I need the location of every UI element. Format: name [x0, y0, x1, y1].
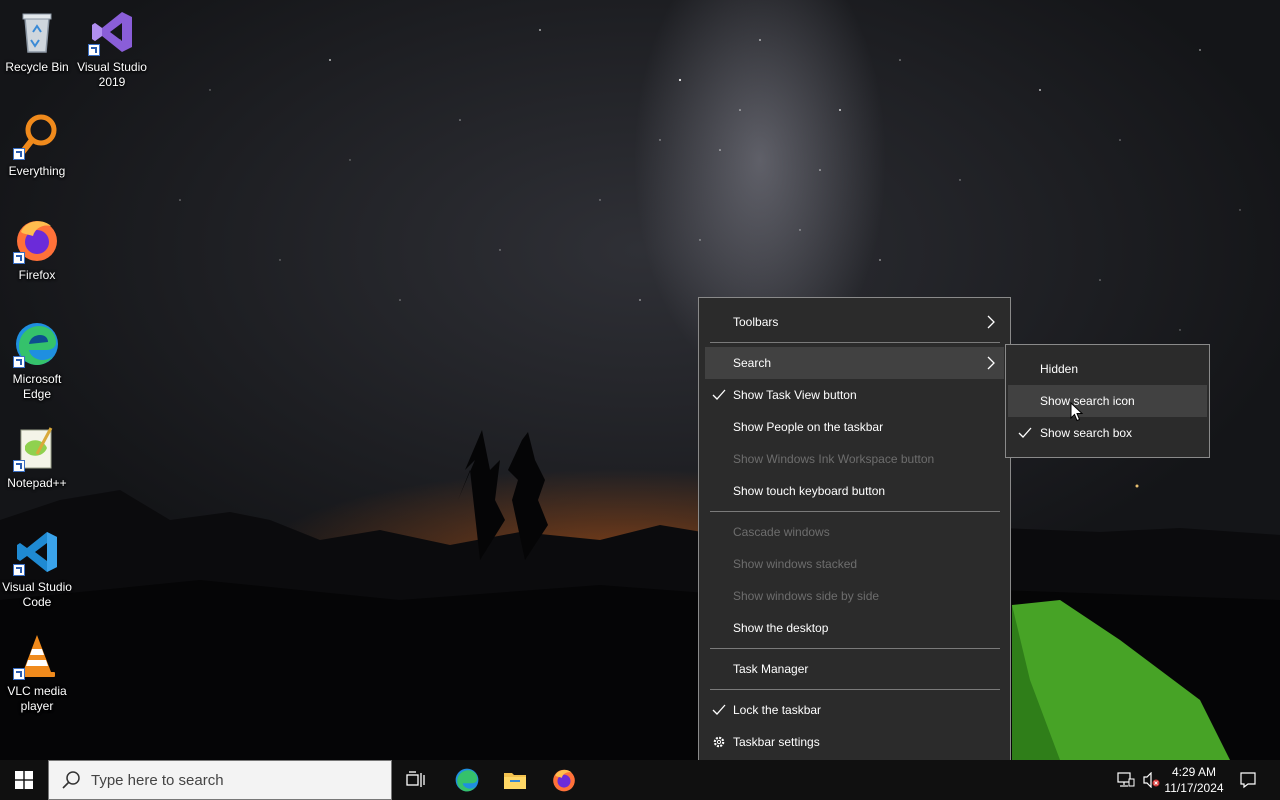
menu-separator [710, 342, 1000, 343]
submenu-item-show-search-box[interactable]: Show search box [1008, 417, 1207, 449]
desktop-icon-vscode[interactable]: Visual Studio Code [2, 528, 72, 610]
network-icon [1117, 772, 1135, 787]
taskbar-firefox[interactable] [540, 760, 588, 800]
shortcut-arrow-icon [13, 252, 25, 264]
menu-item-label: Task Manager [733, 662, 809, 676]
menu-item-label: Show search icon [1040, 394, 1135, 408]
menu-item-toolbars[interactable]: Toolbars [705, 306, 1004, 338]
checkmark-icon [1018, 427, 1032, 438]
desktop-icon-label: Notepad++ [7, 476, 67, 490]
edge-icon [455, 768, 479, 792]
menu-item-show-touch-keyboard[interactable]: Show touch keyboard button [705, 475, 1004, 507]
task-view-button[interactable] [392, 760, 440, 800]
desktop-icon-label: Recycle Bin [5, 60, 69, 74]
menu-item-task-manager[interactable]: Task Manager [705, 653, 1004, 685]
desktop-icon-vlc[interactable]: VLC media player [2, 632, 72, 714]
menu-item-label: Show Task View button [733, 388, 857, 402]
desktop-icon-everything[interactable]: Everything [2, 112, 72, 179]
notification-center-button[interactable] [1234, 760, 1262, 800]
menu-item-label: Taskbar settings [733, 735, 820, 749]
chevron-right-icon [987, 356, 995, 370]
shortcut-arrow-icon [13, 356, 25, 368]
checkmark-icon [712, 389, 726, 400]
taskbar-edge[interactable] [443, 760, 491, 800]
taskbar[interactable]: 4:29 AM 11/17/2024 [0, 760, 1280, 800]
search-input[interactable] [89, 770, 373, 790]
everything-search-icon [13, 112, 61, 160]
menu-item-label: Toolbars [733, 315, 779, 329]
shortcut-arrow-icon [13, 148, 25, 160]
clock-date: 11/17/2024 [1164, 781, 1224, 795]
taskbar-clock[interactable]: 4:29 AM 11/17/2024 [1158, 764, 1230, 796]
recycle-bin-icon [13, 8, 61, 56]
taskbar-file-explorer[interactable] [491, 760, 539, 800]
menu-separator [710, 648, 1000, 649]
menu-item-label: Show windows stacked [733, 557, 858, 571]
menu-item-label: Lock the taskbar [733, 703, 822, 717]
submenu-item-show-search-icon[interactable]: Show search icon [1008, 385, 1207, 417]
menu-item-label: Show touch keyboard button [733, 484, 886, 498]
visual-studio-2019-icon [88, 8, 136, 56]
taskbar-search-box[interactable] [48, 760, 392, 800]
checkmark-icon [712, 704, 726, 715]
menu-item-cascade-windows: Cascade windows [705, 516, 1004, 548]
menu-item-label: Search [733, 356, 772, 370]
desktop-icon-label: Visual Studio 2019 [77, 60, 147, 89]
desktop-icon-microsoft-edge[interactable]: Microsoft Edge [2, 320, 72, 402]
menu-item-label: Cascade windows [733, 525, 830, 539]
menu-item-show-the-desktop[interactable]: Show the desktop [705, 612, 1004, 644]
task-view-icon [406, 771, 425, 787]
clock-time: 4:29 AM [1171, 765, 1217, 779]
menu-item-label: Show Windows Ink Workspace button [733, 452, 935, 466]
menu-item-show-windows-ink: Show Windows Ink Workspace button [705, 443, 1004, 475]
windows-logo-icon [15, 771, 33, 789]
menu-separator [710, 511, 1000, 512]
submenu-item-hidden[interactable]: Hidden [1008, 353, 1207, 385]
search-icon [62, 771, 80, 789]
desktop-icon-label: Firefox [18, 268, 56, 282]
menu-item-show-task-view-button[interactable]: Show Task View button [705, 379, 1004, 411]
desktop-icon-label: Everything [8, 164, 66, 178]
shortcut-arrow-icon [88, 44, 100, 56]
menu-item-lock-the-taskbar[interactable]: Lock the taskbar [705, 694, 1004, 726]
menu-item-label: Hidden [1040, 362, 1079, 376]
vscode-icon [13, 528, 61, 576]
menu-item-label: Show search box [1040, 426, 1133, 440]
notification-icon [1240, 772, 1256, 789]
menu-separator [710, 689, 1000, 690]
chevron-right-icon [987, 315, 995, 329]
menu-item-show-windows-side-by-side: Show windows side by side [705, 580, 1004, 612]
file-explorer-icon [504, 773, 526, 789]
menu-item-show-windows-stacked: Show windows stacked [705, 548, 1004, 580]
desktop-icon-label: VLC media player [7, 684, 67, 713]
start-button[interactable] [0, 760, 48, 800]
firefox-icon [553, 769, 575, 792]
desktop-icon-notepadpp[interactable]: Notepad++ [2, 424, 72, 491]
search-submenu: Hidden Show search icon Show search box [1005, 344, 1210, 458]
menu-item-label: Show windows side by side [733, 589, 880, 603]
taskbar-context-menu: Toolbars Search Show Task View button Sh… [698, 297, 1011, 767]
menu-item-search[interactable]: Search [705, 347, 1004, 379]
desktop-icon-label: Microsoft Edge [12, 372, 62, 401]
menu-item-label: Show the desktop [733, 621, 829, 635]
desktop-icon-visual-studio-2019[interactable]: Visual Studio 2019 [77, 8, 147, 90]
gear-icon [713, 736, 725, 748]
notepadpp-icon [13, 424, 61, 472]
shortcut-arrow-icon [13, 668, 25, 680]
menu-item-taskbar-settings[interactable]: Taskbar settings [705, 726, 1004, 758]
desktop-icon-firefox[interactable]: Firefox [2, 216, 72, 283]
mouse-cursor-icon [1070, 402, 1084, 422]
shortcut-arrow-icon [13, 460, 25, 472]
menu-item-label: Show People on the taskbar [733, 420, 884, 434]
firefox-icon [13, 216, 61, 264]
tray-network[interactable] [1114, 760, 1138, 800]
edge-icon [13, 320, 61, 368]
vlc-icon [13, 632, 61, 680]
desktop-icon-label: Visual Studio Code [2, 580, 72, 609]
menu-item-show-people[interactable]: Show People on the taskbar [705, 411, 1004, 443]
shortcut-arrow-icon [13, 564, 25, 576]
desktop-icon-recycle-bin[interactable]: Recycle Bin [2, 8, 72, 75]
